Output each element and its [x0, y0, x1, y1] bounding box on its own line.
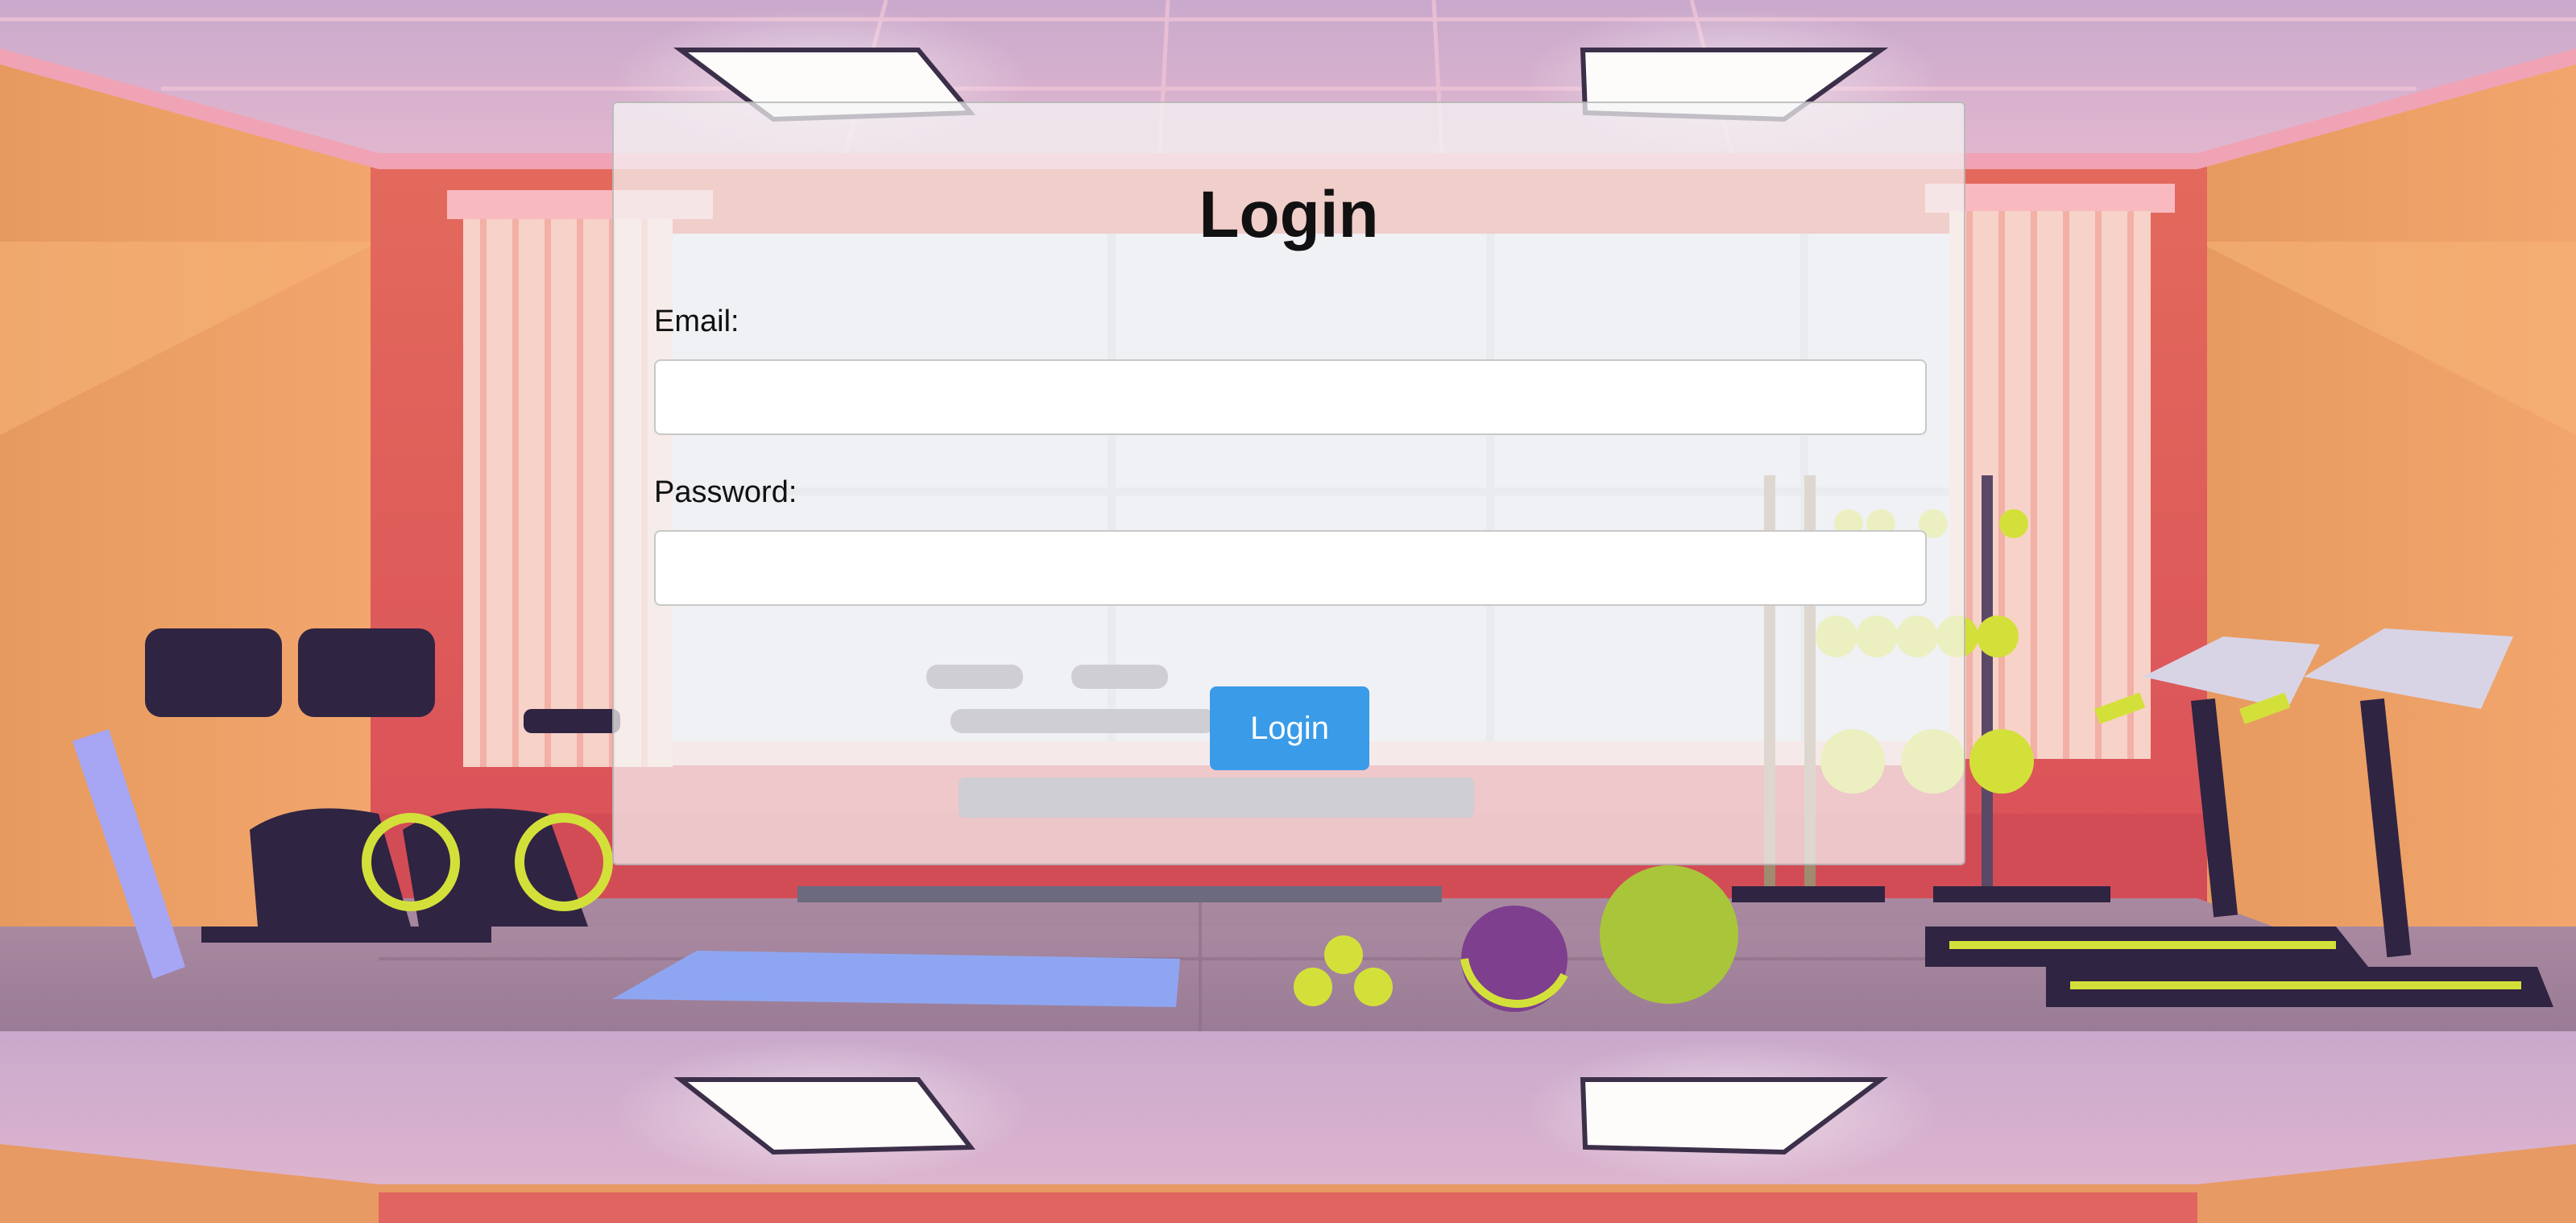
email-label: Email:: [654, 305, 739, 338]
password-label: Password:: [654, 475, 797, 509]
floor-mat: [612, 951, 1180, 1007]
exercise-ball: [1600, 865, 1738, 1004]
login-title: Login: [1199, 178, 1379, 251]
email-input[interactable]: [654, 359, 1927, 435]
login-form: Login Email: Password: Login: [612, 102, 1965, 865]
password-input[interactable]: [654, 530, 1927, 606]
login-button[interactable]: Login: [1210, 686, 1369, 770]
